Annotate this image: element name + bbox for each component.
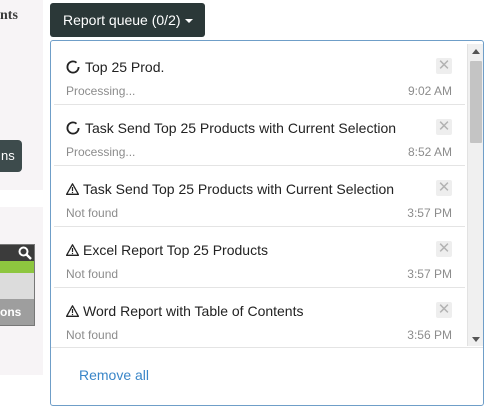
item-title: Excel Report Top 25 Products [83, 242, 268, 258]
close-icon[interactable]: ✕ [436, 58, 452, 74]
background-table: ons [0, 244, 35, 326]
item-title-row: Top 25 Prod. [66, 59, 164, 75]
item-status: Not found [66, 267, 119, 281]
item-title-row: Task Send Top 25 Products with Current S… [66, 120, 396, 136]
background-table-highlight-row [0, 261, 34, 273]
close-icon[interactable]: ✕ [436, 302, 452, 318]
background-table-header [0, 245, 34, 261]
background-button[interactable]: ns [0, 140, 22, 172]
item-time: 8:52 AM [407, 145, 452, 159]
item-title-row: Excel Report Top 25 Products [66, 242, 268, 258]
item-title: Top 25 Prod. [85, 59, 165, 75]
background-table-footer: ons [0, 299, 34, 325]
item-time: 3:57 PM [407, 267, 452, 281]
close-icon[interactable]: ✕ [436, 241, 452, 257]
spinner-icon [66, 121, 80, 135]
scrollbar-thumb[interactable] [470, 61, 482, 143]
list-item: Excel Report Top 25 Products Not found 3… [54, 227, 465, 288]
background-button-label: ns [1, 148, 15, 163]
item-time: 3:57 PM [407, 206, 452, 220]
list-scrollbar[interactable] [467, 44, 483, 346]
background-table-row [0, 273, 34, 299]
list-item: Top 25 Prod. Processing... 9:02 AM ✕ [54, 44, 465, 105]
close-icon[interactable]: ✕ [436, 119, 452, 135]
item-title-row: Task Send Top 25 Products with Current S… [66, 181, 394, 197]
warning-icon [66, 244, 79, 256]
warning-icon [66, 305, 79, 317]
item-status: Not found [66, 206, 119, 220]
warning-icon [66, 183, 79, 195]
spinner-icon [66, 60, 80, 74]
report-queue-label: Report queue (0/2) [63, 12, 181, 28]
item-time: 3:56 PM [407, 328, 452, 342]
item-title: Task Send Top 25 Products with Current S… [83, 181, 395, 197]
remove-all-link[interactable]: Remove all [79, 367, 149, 383]
item-time: 9:02 AM [407, 84, 452, 98]
background-heading: nts [0, 8, 18, 23]
item-title: Task Send Top 25 Products with Current S… [85, 120, 397, 136]
search-icon[interactable] [18, 246, 32, 260]
report-queue-button[interactable]: Report queue (0/2) [50, 3, 205, 37]
item-title-row: Word Report with Table of Contents [66, 303, 304, 319]
list-item: Task Send Top 25 Products with Current S… [54, 105, 465, 166]
report-list[interactable]: Top 25 Prod. Processing... 9:02 AM ✕ Tas… [54, 44, 465, 347]
background-table-footer-label: ons [0, 305, 22, 319]
item-status: Processing... [66, 84, 136, 98]
item-title: Word Report with Table of Contents [83, 303, 304, 319]
report-queue-panel: Top 25 Prod. Processing... 9:02 AM ✕ Tas… [50, 40, 484, 406]
list-item: Task Send Top 25 Products with Current S… [54, 166, 465, 227]
close-icon[interactable]: ✕ [436, 180, 452, 196]
item-status: Processing... [66, 145, 136, 159]
item-status: Not found [66, 328, 119, 342]
list-item: Word Report with Table of Contents Not f… [54, 288, 465, 347]
panel-footer: Remove all [51, 347, 483, 406]
scroll-down-icon[interactable] [469, 332, 483, 346]
scroll-up-icon[interactable] [469, 44, 483, 58]
caret-down-icon [184, 19, 193, 24]
